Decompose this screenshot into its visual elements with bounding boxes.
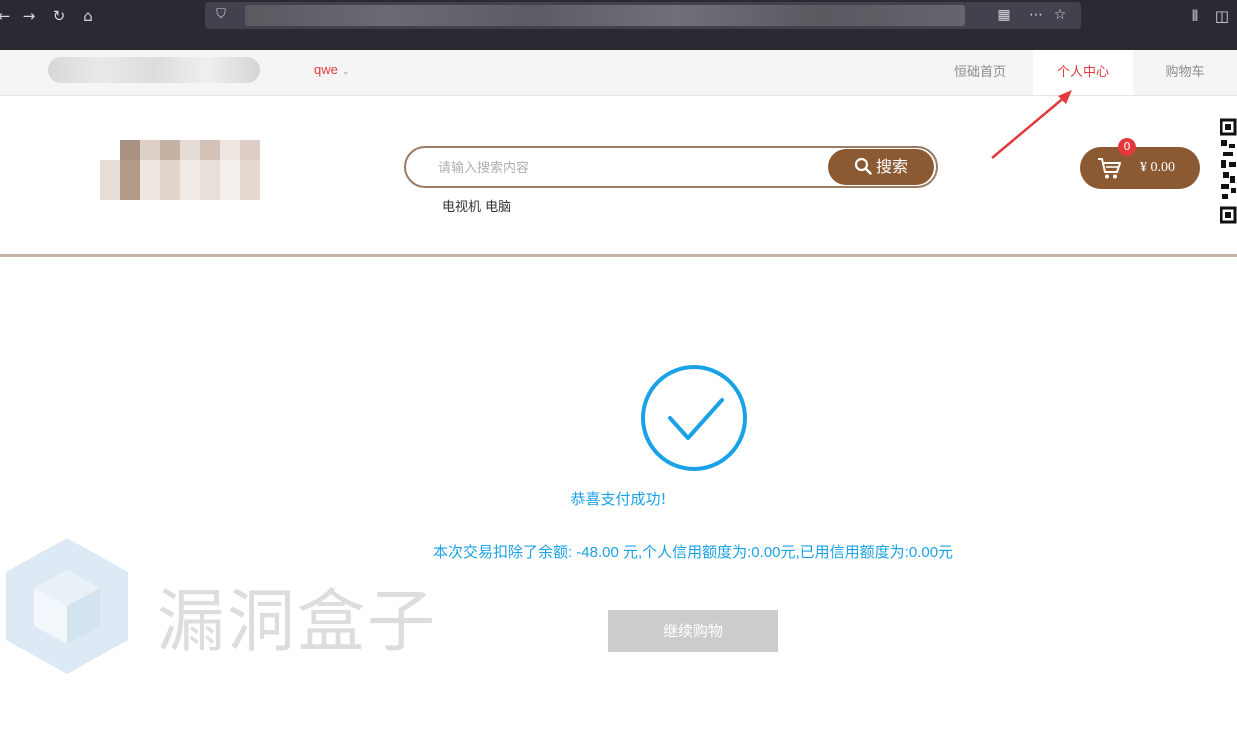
payment-detail-text: 本次交易扣除了余额: -48.00 元,个人信用额度为:0.00元,已用信用额度… [432, 544, 954, 561]
username: qwe [314, 62, 338, 77]
browser-toolbar: ← → ↻ ⌂ ⛉ ▦ ⋯ ☆ ⫴ ◫ [0, 0, 1237, 50]
continue-shopping-button[interactable]: 继续购物 [608, 610, 778, 652]
watermark-logo [6, 538, 128, 674]
success-check-icon [641, 365, 747, 471]
watermark-text: 漏洞盒子 [157, 583, 438, 662]
search-bar: 搜索 [404, 146, 938, 188]
search-button[interactable]: 搜索 [828, 149, 934, 185]
address-bar[interactable]: ⛉ ▦ ⋯ ☆ [205, 2, 1081, 29]
home-icon[interactable]: ⌂ [78, 6, 98, 26]
site-name-redacted [48, 57, 260, 83]
cart-count-badge: 0 [1118, 138, 1136, 156]
more-icon[interactable]: ⋯ [1027, 5, 1045, 25]
reload-icon[interactable]: ↻ [49, 6, 69, 26]
header-divider [0, 254, 1237, 257]
star-icon[interactable]: ☆ [1051, 5, 1069, 25]
search-button-label: 搜索 [875, 157, 908, 176]
chevron-down-icon: ⌄ [341, 66, 350, 76]
cart-amount: ¥ 0.00 [1140, 160, 1175, 175]
user-menu[interactable]: qwe ⌄ [314, 62, 349, 77]
forward-icon[interactable]: → [19, 6, 39, 26]
cart-icon [1098, 158, 1121, 179]
sidebar-icon[interactable]: ◫ [1212, 6, 1232, 26]
reader-icon[interactable]: ▦ [995, 5, 1013, 25]
hot-search-words[interactable]: 电视机 电脑 [442, 196, 511, 215]
cart-button[interactable]: 0 ¥ 0.00 [1080, 138, 1200, 189]
search-input[interactable] [436, 156, 820, 180]
search-icon [854, 157, 872, 175]
annotation-arrow [991, 90, 1072, 159]
back-icon[interactable]: ← [0, 6, 14, 26]
payment-success-title: 恭喜支付成功! [570, 490, 667, 508]
logo-redacted-lower [100, 160, 260, 200]
shield-icon: ⛉ [216, 7, 226, 22]
nav-cart-link[interactable]: 购物车 [1143, 50, 1227, 95]
library-icon[interactable]: ⫴ [1185, 6, 1205, 26]
url-text-redacted [245, 5, 965, 26]
qr-code-icon[interactable] [1220, 118, 1237, 226]
